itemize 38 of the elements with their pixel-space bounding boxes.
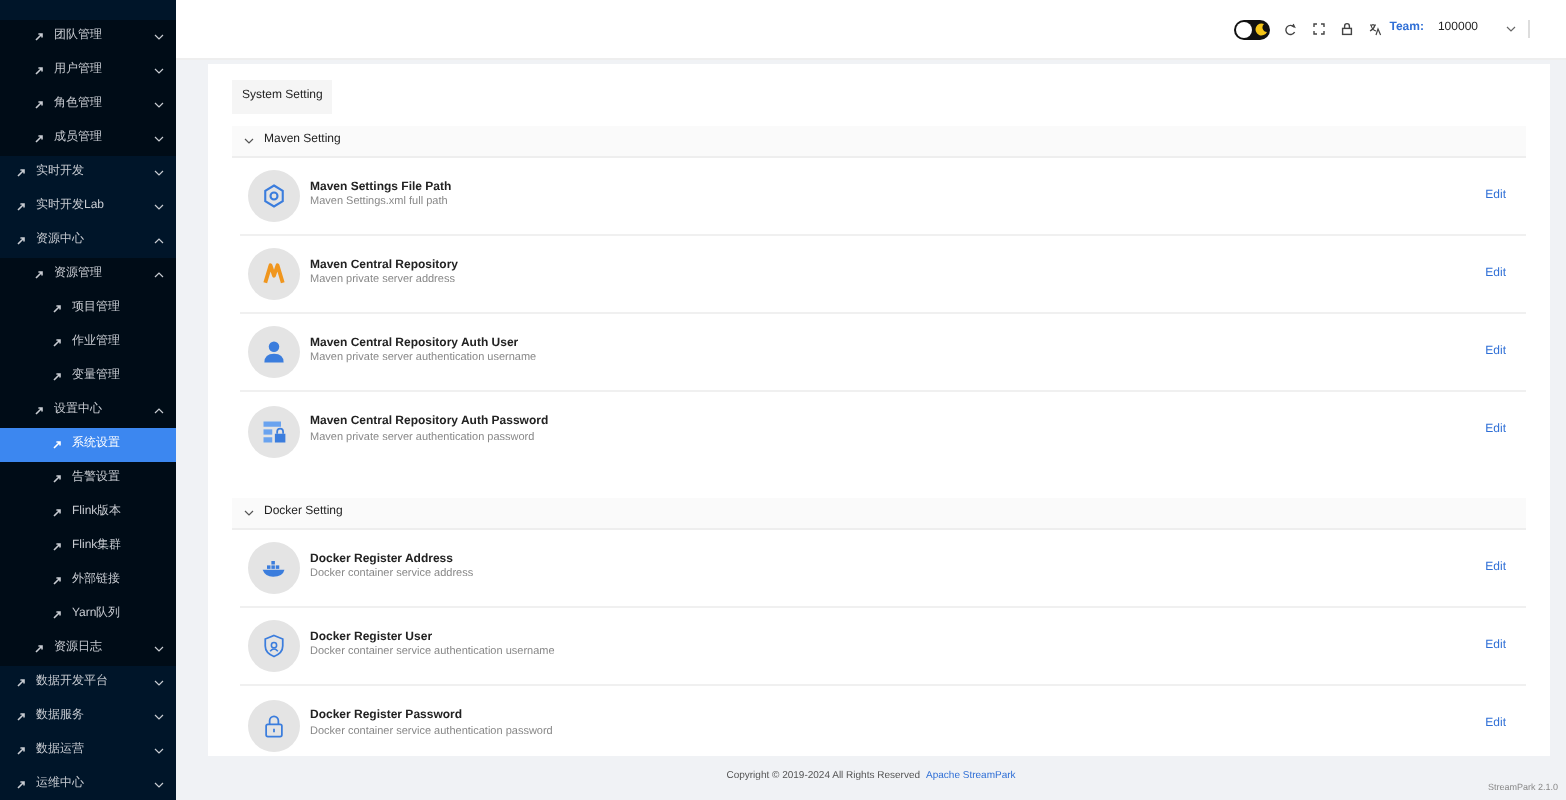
chevron-down-icon [1506, 26, 1516, 32]
menu-item-icon [16, 168, 26, 178]
maven-logo-icon [260, 260, 288, 288]
menu-item-icon [16, 236, 26, 246]
lock-icon [1339, 22, 1354, 36]
gear-icon [260, 182, 288, 210]
menu-item-icon [52, 508, 62, 518]
menu-item-icon [34, 134, 44, 144]
form-lock-icon [260, 417, 288, 445]
menu-item-icon [16, 678, 26, 688]
menu-item-icon [52, 372, 62, 382]
menu-item-icon [16, 780, 26, 790]
refresh-icon [1283, 22, 1298, 36]
menu-item-icon [52, 474, 62, 484]
fullscreen-icon [1311, 22, 1326, 36]
menu-item-icon [52, 542, 62, 552]
lock-icon [260, 711, 288, 739]
moon-icon [1253, 22, 1268, 36]
menu-item-icon [34, 66, 44, 76]
menu-item-icon [52, 576, 62, 586]
menu-item-icon [52, 338, 62, 348]
menu-item-icon [34, 406, 44, 416]
theme-toggle[interactable] [1233, 19, 1270, 39]
menu-item-icon [52, 610, 62, 620]
menu-item-icon [16, 202, 26, 212]
shield-icon [260, 632, 288, 660]
menu-item-icon [16, 746, 26, 756]
chevron-down-icon [244, 136, 254, 146]
menu-item-icon [16, 712, 26, 722]
menu-item-icon [34, 270, 44, 280]
menu-item-icon [34, 100, 44, 110]
user-icon [260, 338, 288, 366]
translate-icon [1367, 22, 1382, 36]
menu-item-icon [52, 440, 62, 450]
menu-item-icon [52, 304, 62, 314]
chevron-down-icon [244, 508, 254, 518]
menu-item-icon [34, 644, 44, 654]
menu-item-icon [34, 32, 44, 42]
